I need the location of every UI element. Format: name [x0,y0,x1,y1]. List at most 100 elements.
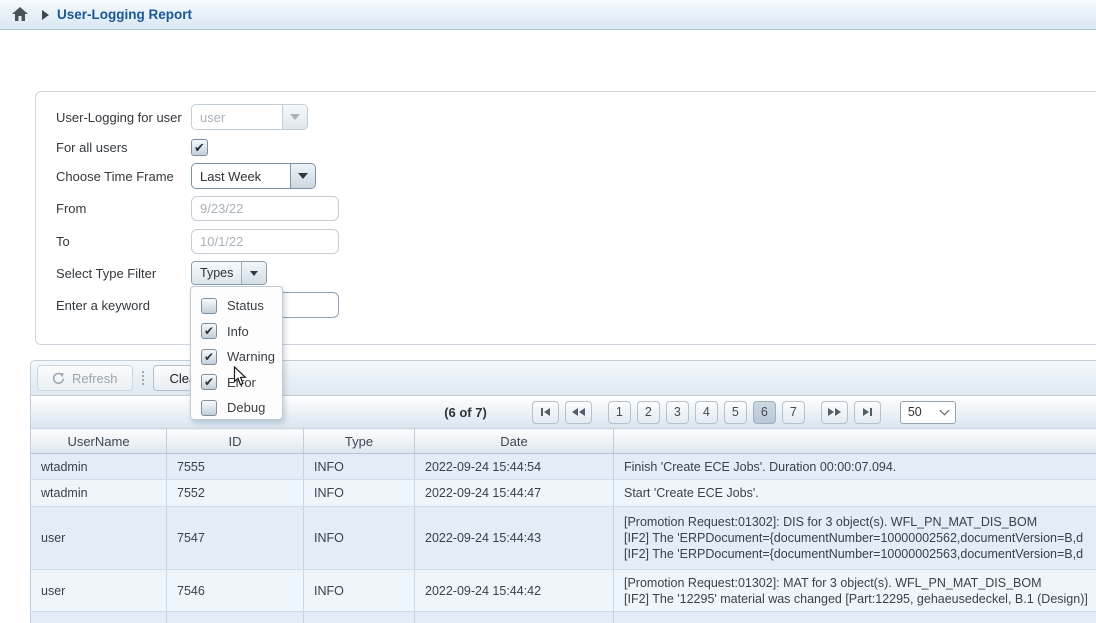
header-date[interactable]: Date [415,429,614,454]
from-date-input[interactable] [191,196,339,221]
debug-checkbox[interactable] [201,400,217,416]
header-id[interactable]: ID [167,429,304,454]
breadcrumb: User-Logging Report [0,0,1096,30]
cell-username: user [31,507,167,570]
chevron-down-icon [939,405,949,415]
cell-username: wtadmin [31,480,167,507]
user-combobox: user [191,104,308,130]
form-row-time-frame: Choose Time Frame Last Week [56,163,316,189]
table-row[interactable]: user 7545 INFO 2022-09-24 15:44:36 REVIS… [31,612,1096,623]
left-triangle-icon [544,408,550,416]
right-triangle-icon [863,408,869,416]
page-count-text: (6 of 7) [444,405,487,420]
type-filter-menu: Status ✔ Info ✔ Warning ✔ Error Debug [190,286,283,420]
page-button-4[interactable]: 4 [695,401,718,424]
time-frame-label: Choose Time Frame [56,169,191,184]
user-combobox-value: user [191,104,282,130]
info-checkbox[interactable]: ✔ [201,323,217,339]
last-page-button[interactable] [854,401,881,424]
table-row[interactable]: user 7546 INFO 2022-09-24 15:44:42 [Prom… [31,570,1096,612]
table-row[interactable]: wtadmin 7552 INFO 2022-09-24 15:44:47 St… [31,480,1096,507]
all-users-label: For all users [56,140,191,155]
page-button-6-active[interactable]: 6 [753,401,776,424]
form-row-from: From [56,196,339,221]
header-username[interactable]: UserName [31,429,167,454]
cell-message: [Promotion Request:01302]: MAT for 3 obj… [614,570,1096,612]
log-table: UserName ID Type Date wtadmin 7555 INFO … [30,428,1096,623]
from-label: From [56,201,191,216]
prev-page-button[interactable] [565,401,592,424]
types-menu-button[interactable]: Types [191,261,267,285]
types-menu-dropdown-button[interactable] [242,262,266,284]
cell-date: 2022-09-24 15:44:36 [415,612,614,623]
chevron-down-icon [250,271,258,276]
cell-id: 7555 [167,454,304,480]
menu-item-label: Debug [227,400,265,415]
mouse-cursor-icon [233,366,248,390]
right-triangle-icon [835,408,841,416]
page-button-1[interactable]: 1 [608,401,631,424]
cell-type: INFO [304,507,415,570]
time-frame-select[interactable]: Last Week [191,163,316,189]
cell-date: 2022-09-24 15:44:43 [415,507,614,570]
menu-item-label: Info [227,324,249,339]
page-button-5[interactable]: 5 [724,401,747,424]
cell-username: wtadmin [31,454,167,480]
all-users-checkbox[interactable]: ✔ [191,139,208,156]
first-page-button[interactable] [532,401,559,424]
menu-item-info[interactable]: ✔ Info [191,319,282,345]
form-row-type-filter: Select Type Filter Types [56,261,267,285]
keyword-label: Enter a keyword [56,298,191,313]
left-triangle-icon [572,408,578,416]
cell-username: user [31,612,167,623]
types-menu-button-label: Types [192,262,242,284]
warning-checkbox[interactable]: ✔ [201,349,217,365]
refresh-button-label: Refresh [72,371,118,386]
menu-item-debug[interactable]: Debug [191,395,282,421]
form-row-all-users: For all users ✔ [56,139,208,156]
last-page-icon [870,408,872,416]
cell-id: 7546 [167,570,304,612]
error-checkbox[interactable]: ✔ [201,374,217,390]
header-message[interactable] [614,429,1096,454]
page-button-7[interactable]: 7 [782,401,805,424]
cell-type: INFO [304,570,415,612]
page-title: User-Logging Report [57,7,192,22]
page-size-select[interactable]: 50 [900,401,956,424]
cell-message: REVISE: 3 objects will be processed [614,612,1096,623]
cell-type: INFO [304,454,415,480]
cell-type: INFO [304,612,415,623]
cell-date: 2022-09-24 15:44:42 [415,570,614,612]
cell-type: INFO [304,480,415,507]
table-row[interactable]: wtadmin 7555 INFO 2022-09-24 15:44:54 Fi… [31,454,1096,480]
table-row[interactable]: user 7547 INFO 2022-09-24 15:44:43 [Prom… [31,507,1096,570]
page-size-value: 50 [908,405,922,419]
user-combobox-dropdown-button [282,104,308,130]
user-label: User-Logging for user [56,110,191,125]
cell-id: 7552 [167,480,304,507]
menu-item-status[interactable]: Status [191,293,282,319]
time-frame-value: Last Week [191,163,290,189]
left-triangle-icon [579,408,585,416]
status-checkbox[interactable] [201,298,217,314]
header-type[interactable]: Type [304,429,415,454]
refresh-button[interactable]: Refresh [37,365,133,391]
table-header-row: UserName ID Type Date [31,429,1096,454]
time-frame-dropdown-button[interactable] [290,163,316,189]
to-label: To [56,234,191,249]
home-icon[interactable] [12,7,28,22]
cell-message: [Promotion Request:01302]: DIS for 3 obj… [614,507,1096,570]
page-button-2[interactable]: 2 [637,401,660,424]
next-page-button[interactable] [821,401,848,424]
cell-id: 7545 [167,612,304,623]
chevron-down-icon [290,114,300,120]
page-button-3[interactable]: 3 [666,401,689,424]
cell-username: user [31,570,167,612]
cell-message: Finish 'Create ECE Jobs'. Duration 00:00… [614,454,1096,480]
right-triangle-icon [828,408,834,416]
menu-item-label: Status [227,298,264,313]
page-number-buttons: 1 2 3 4 5 6 7 [605,401,808,424]
to-date-input[interactable] [191,229,339,254]
cell-id: 7547 [167,507,304,570]
form-row-user: User-Logging for user user [56,104,308,130]
